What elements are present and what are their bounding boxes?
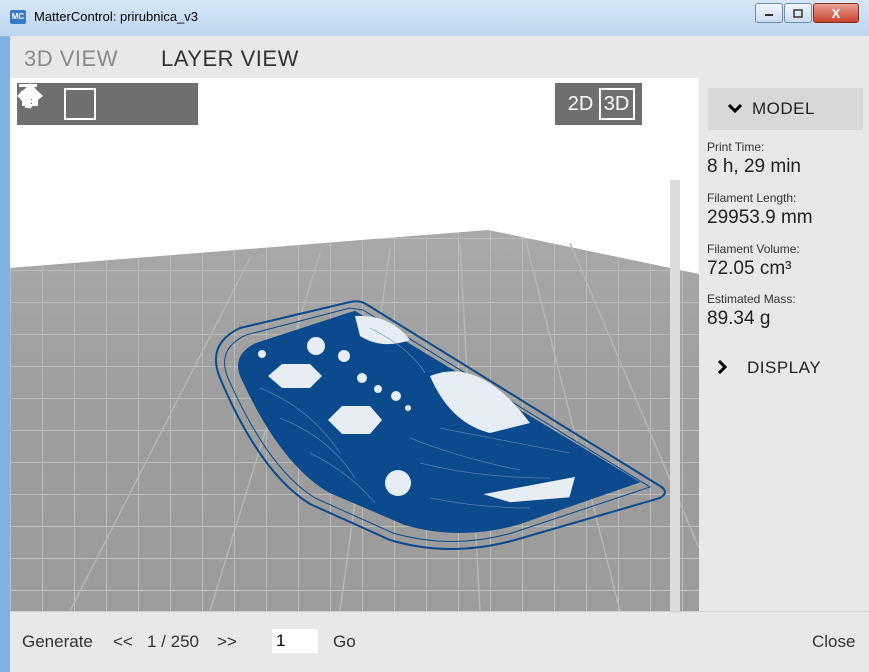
maximize-icon [793, 8, 803, 18]
view-2d-button[interactable]: 2D [563, 88, 599, 120]
view-toolbar [17, 83, 198, 125]
window-title: MatterControl: prirubnica_v3 [34, 9, 199, 24]
next-layer-button[interactable]: >> [217, 632, 237, 652]
generate-button[interactable]: Generate [22, 632, 93, 652]
display-section-label: DISPLAY [747, 358, 822, 377]
filament-volume-label: Filament Volume: [707, 242, 800, 256]
print-bed-scene [10, 230, 699, 611]
zoom-icon [19, 84, 37, 108]
app-window: 3D VIEW LAYER VIEW 2D 3D MODEL Print Tim… [10, 36, 869, 672]
print-time-label: Print Time: [707, 140, 765, 154]
close-button[interactable]: Close [812, 632, 855, 652]
estimated-mass-label: Estimated Mass: [707, 292, 796, 306]
filament-length-value: 29953.9 mm [707, 207, 813, 228]
tab-3d-view[interactable]: 3D VIEW [24, 46, 118, 72]
view-mode-toggle: 2D 3D [555, 83, 642, 125]
maximize-button[interactable] [784, 3, 812, 23]
layer-range-vertical-slider[interactable] [670, 180, 680, 611]
chevron-right-icon [717, 359, 728, 377]
close-icon: X [831, 5, 841, 21]
layer-number-input[interactable] [272, 629, 318, 653]
estimated-mass-value: 89.34 g [707, 308, 771, 329]
prev-layer-button[interactable]: << [113, 632, 133, 652]
rotate-button[interactable] [18, 83, 101, 125]
close-window-button[interactable]: X [813, 3, 859, 23]
filament-length-label: Filament Length: [707, 191, 797, 205]
layer-viewport[interactable]: 2D 3D [10, 78, 699, 611]
filament-volume-value: 72.05 cm³ [707, 258, 792, 279]
chevron-down-icon [727, 102, 743, 116]
model-section-toggle[interactable]: MODEL [708, 88, 863, 130]
view-3d-button[interactable]: 3D [598, 88, 635, 120]
app-icon: MC [10, 10, 26, 24]
move-button[interactable] [17, 83, 143, 125]
minimize-icon [765, 14, 773, 16]
layer-counter: 1 / 250 [147, 632, 199, 651]
title-bar: MC MatterControl: prirubnica_v3 X [0, 0, 869, 37]
view-tabs: 3D VIEW LAYER VIEW [10, 36, 869, 78]
model-section-label: MODEL [752, 99, 815, 118]
display-section-toggle[interactable]: DISPLAY [717, 358, 821, 378]
print-time-value: 8 h, 29 min [707, 156, 801, 177]
go-button[interactable]: Go [333, 632, 356, 652]
tab-layer-view[interactable]: LAYER VIEW [161, 46, 299, 72]
window-controls: X [754, 3, 859, 23]
bottom-bar: Generate << 1 / 250 >> Go Close [10, 611, 869, 672]
info-sidebar: MODEL Print Time: 8 h, 29 min Filament L… [699, 78, 869, 611]
minimize-button[interactable] [755, 3, 783, 23]
zoom-button[interactable] [19, 83, 185, 125]
